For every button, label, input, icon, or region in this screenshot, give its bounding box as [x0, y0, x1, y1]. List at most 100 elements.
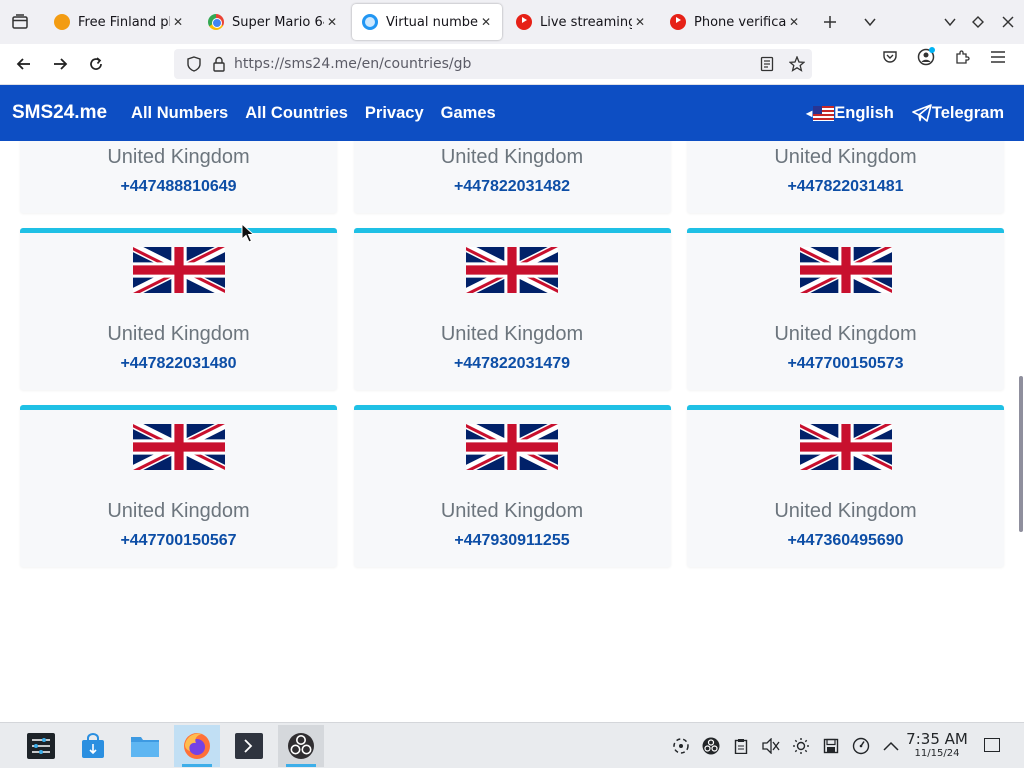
- country-name: United Kingdom: [440, 500, 584, 522]
- volume-muted-icon[interactable]: [756, 738, 786, 754]
- lock-icon[interactable]: [212, 56, 226, 72]
- performance-gauge-icon[interactable]: [846, 737, 876, 755]
- tab-title: Super Mario 64: [232, 14, 324, 30]
- tab-title: Free Finland ph: [78, 14, 170, 30]
- firefox-icon: [184, 732, 210, 759]
- reader-view-icon[interactable]: [752, 56, 782, 72]
- arrow-right-icon: [54, 58, 68, 70]
- youtube-favicon: [670, 14, 686, 30]
- language-label: English: [834, 103, 894, 122]
- close-icon[interactable]: ✕: [170, 15, 186, 29]
- url-bar[interactable]: https://sms24.me/en/countries/gb: [174, 49, 812, 79]
- phone-number-link[interactable]: +447930911255: [454, 532, 569, 550]
- window-close-button[interactable]: [992, 0, 1024, 44]
- number-card[interactable]: United Kingdom +447822031479: [353, 228, 671, 390]
- show-desktop-button[interactable]: [984, 738, 1000, 752]
- scrollbar[interactable]: [1016, 141, 1024, 722]
- extensions-icon[interactable]: [944, 49, 980, 65]
- file-manager-button[interactable]: [122, 725, 168, 767]
- clock-date: 11/15/24: [914, 748, 960, 759]
- country-name: United Kingdom: [107, 146, 250, 168]
- mouse-cursor-icon: [241, 223, 255, 243]
- taskbar: 7:35 AM 11/15/24: [0, 722, 1024, 768]
- account-icon[interactable]: [908, 47, 944, 66]
- back-button[interactable]: [6, 46, 42, 82]
- list-all-tabs-button[interactable]: [850, 0, 890, 44]
- uk-flag-icon: [463, 242, 561, 316]
- number-card[interactable]: United Kingdom +447360495690: [687, 405, 1004, 567]
- clock[interactable]: 7:35 AM 11/15/24: [900, 731, 974, 760]
- phone-number-link[interactable]: +447822031481: [787, 178, 903, 196]
- uk-flag-icon: [797, 419, 894, 493]
- language-selector[interactable]: ◀ English: [806, 104, 894, 123]
- store-bag-icon: [82, 732, 104, 758]
- system-tray: [666, 723, 906, 769]
- tab-super-mario[interactable]: Super Mario 64 ✕: [198, 4, 348, 40]
- nav-games[interactable]: Games: [441, 104, 496, 123]
- folder-icon: [131, 736, 159, 757]
- number-card[interactable]: United Kingdom +447822031480: [20, 228, 337, 390]
- obs-tray-icon[interactable]: [696, 737, 726, 755]
- nav-all-countries[interactable]: All Countries: [245, 104, 348, 123]
- number-card[interactable]: United Kingdom +447822031482: [353, 141, 671, 213]
- brightness-icon[interactable]: [786, 737, 816, 755]
- phone-number-link[interactable]: +447360495690: [787, 532, 903, 550]
- clipboard-icon[interactable]: [726, 738, 756, 754]
- reload-icon: [90, 57, 102, 70]
- new-tab-button[interactable]: [810, 0, 850, 44]
- uk-flag-icon: [797, 242, 894, 316]
- tab-live-streaming[interactable]: Live streaming ✕: [506, 4, 656, 40]
- bookmark-star-icon[interactable]: [782, 56, 812, 72]
- number-card[interactable]: United Kingdom +447700150573: [687, 228, 1004, 390]
- minimize-button[interactable]: [936, 0, 964, 44]
- storage-device-icon[interactable]: [816, 738, 846, 754]
- reload-button[interactable]: [78, 46, 114, 82]
- number-card[interactable]: United Kingdom +447700150567: [20, 405, 337, 567]
- navigation-toolbar: https://sms24.me/en/countries/gb: [0, 44, 1024, 85]
- close-icon[interactable]: ✕: [478, 15, 494, 29]
- firefox-taskbar-button[interactable]: [174, 724, 220, 767]
- nav-privacy[interactable]: Privacy: [365, 104, 424, 123]
- tab-title: Virtual number: [386, 14, 478, 30]
- hamburger-menu-icon[interactable]: [980, 51, 1016, 63]
- phone-number-link[interactable]: +447822031480: [120, 355, 236, 373]
- site-logo[interactable]: SMS24.me: [12, 102, 107, 124]
- country-name: United Kingdom: [774, 500, 917, 522]
- scrollbar-thumb[interactable]: [1019, 376, 1023, 532]
- number-grid: United Kingdom +447488810649 United Kingdo…: [20, 141, 1004, 567]
- maximize-button[interactable]: [964, 0, 992, 44]
- tab-title: Live streaming: [540, 14, 632, 30]
- obs-taskbar-button[interactable]: [278, 724, 324, 767]
- shield-icon[interactable]: [186, 56, 202, 72]
- plus-icon: [824, 16, 836, 28]
- close-icon[interactable]: ✕: [632, 15, 648, 29]
- forward-button[interactable]: [42, 46, 78, 82]
- nav-all-numbers[interactable]: All Numbers: [131, 104, 228, 123]
- pocket-icon[interactable]: [872, 49, 908, 65]
- url-text[interactable]: https://sms24.me/en/countries/gb: [234, 56, 812, 72]
- phone-number-link[interactable]: +447700150567: [120, 532, 236, 550]
- app-launcher-button[interactable]: [18, 725, 64, 767]
- obs-icon: [288, 732, 314, 759]
- number-card[interactable]: United Kingdom +447488810649: [20, 141, 337, 213]
- terminal-button[interactable]: [226, 725, 272, 767]
- number-card[interactable]: United Kingdom +447930911255: [353, 405, 671, 567]
- close-icon[interactable]: ✕: [324, 15, 340, 29]
- phone-number-link[interactable]: +447700150573: [787, 355, 903, 373]
- close-icon[interactable]: ✕: [786, 15, 802, 29]
- phone-number-link[interactable]: +447822031479: [454, 355, 570, 373]
- number-card[interactable]: United Kingdom +447822031481: [687, 141, 1004, 213]
- tab-virtual-number[interactable]: Virtual number ✕: [352, 4, 502, 40]
- tab-phone-verification[interactable]: Phone verificat ✕: [660, 4, 810, 40]
- phone-number-link[interactable]: +447822031482: [454, 178, 570, 196]
- country-name: United Kingdom: [774, 323, 917, 345]
- kde-connect-icon[interactable]: [666, 737, 696, 755]
- caret-left-icon: ◀: [806, 108, 813, 118]
- discover-store-button[interactable]: [70, 725, 116, 767]
- tab-free-finland[interactable]: Free Finland ph ✕: [44, 4, 194, 40]
- tab-overview-button[interactable]: [0, 0, 40, 44]
- phone-number-link[interactable]: +447488810649: [120, 178, 236, 196]
- terminal-icon: [235, 732, 263, 759]
- country-name: United Kingdom: [440, 323, 584, 345]
- telegram-link[interactable]: Telegram: [912, 104, 1004, 123]
